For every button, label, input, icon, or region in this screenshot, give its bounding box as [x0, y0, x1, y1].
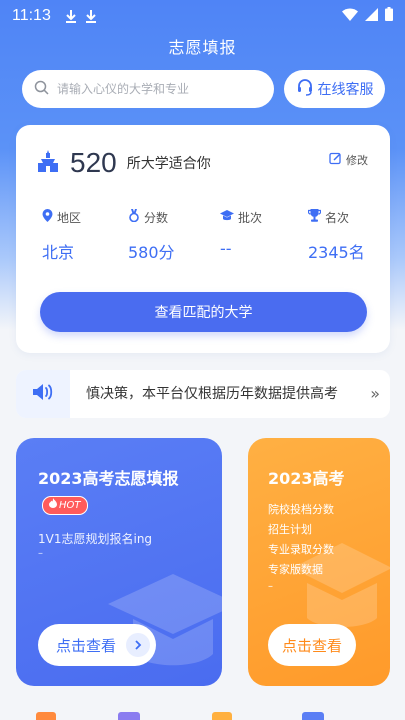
info-rank-label: 名次 — [325, 210, 350, 225]
edit-icon — [329, 152, 342, 168]
online-service-button[interactable]: 在线客服 — [284, 70, 385, 108]
notice-more-icon[interactable]: » — [370, 370, 380, 418]
promo-feature-item: 专家版数据 — [268, 563, 323, 576]
medal-icon — [128, 209, 140, 225]
cellular-signal-icon — [365, 7, 378, 25]
status-time: 11:13 — [12, 7, 51, 24]
edit-label: 修改 — [346, 154, 368, 167]
bottom-shortcut-icon — [36, 712, 56, 720]
match-count: 520 — [70, 147, 117, 178]
flame-icon — [49, 498, 57, 513]
promo-view-button[interactable]: 点击查看 — [38, 624, 156, 666]
notice-icon-box — [16, 370, 70, 418]
promo-view-label: 点击查看 — [56, 636, 117, 655]
page-title: 志愿填报 — [168, 38, 237, 57]
info-region[interactable]: 地区 北京 — [42, 209, 122, 263]
match-count-row: 520 所大学适合你 — [36, 147, 211, 179]
bottom-shortcut-icon — [212, 712, 232, 720]
match-card: 520 所大学适合你 修改 地区 北京 分数 580分 批次 -- 名次 234… — [16, 125, 390, 353]
info-region-value: 北京 — [42, 243, 75, 262]
chevron-right-icon — [126, 633, 150, 657]
notice-text: 慎决策，本平台仅根据历年数据提供高考 — [86, 386, 338, 402]
info-rank-value: 2345名 — [308, 243, 365, 262]
promo-title-text: 2023高考 — [268, 469, 345, 488]
bottom-shortcut-icon — [302, 712, 324, 720]
speaker-icon — [32, 383, 54, 405]
info-score-value: 580分 — [128, 243, 175, 262]
wifi-icon — [342, 7, 358, 25]
score-info-grid: 地区 北京 分数 580分 批次 -- 名次 2345名 — [36, 209, 376, 269]
promo-view-label: 点击查看 — [281, 636, 342, 655]
info-region-label: 地区 — [57, 210, 82, 225]
hot-badge: HOT — [42, 496, 88, 515]
graduation-cap-icon — [220, 209, 234, 225]
search-icon — [34, 80, 49, 99]
online-service-label: 在线客服 — [317, 82, 374, 98]
trophy-icon — [307, 209, 322, 225]
info-batch-label: 批次 — [238, 210, 263, 225]
promo-card-volunteer-filling[interactable]: 2023高考志愿填报 HOT 1V1志愿规划报名ing – 点击查看 — [16, 438, 222, 686]
bottom-shortcut-icon — [118, 712, 140, 720]
hot-badge-label: HOT — [59, 499, 81, 511]
promo-feature-list: 院校投档分数 招生计划 专业录取分数 专家版数据 – — [268, 500, 334, 594]
promo-view-button[interactable]: 点击查看 — [268, 624, 356, 666]
headset-icon — [296, 78, 314, 100]
promo-card-gaokao-data[interactable]: 2023高考 院校投档分数 招生计划 专业录取分数 专家版数据 – 点击查看 — [248, 438, 390, 686]
info-rank[interactable]: 名次 2345名 — [307, 209, 388, 263]
promo-feature-item: 专业录取分数 — [268, 543, 334, 556]
status-bar: 11:13 — [0, 0, 405, 32]
info-score[interactable]: 分数 580分 — [128, 209, 208, 263]
info-batch[interactable]: 批次 -- — [220, 209, 300, 258]
promo-dash: – — [268, 581, 273, 592]
view-matching-universities-button[interactable]: 查看匹配的大学 — [40, 292, 367, 332]
promo-subtitle: 1V1志愿规划报名ing — [38, 532, 153, 546]
download-icon — [85, 9, 97, 23]
notice-bar[interactable]: 慎决策，本平台仅根据历年数据提供高考 » — [16, 370, 390, 418]
search-box[interactable] — [22, 70, 274, 108]
promo-dash: – — [38, 548, 43, 559]
match-count-suffix: 所大学适合你 — [126, 156, 211, 172]
promo-title: 2023高考志愿填报 HOT — [38, 466, 208, 518]
promo-title-text: 2023高考志愿填报 — [38, 469, 179, 488]
university-building-icon — [36, 149, 60, 177]
battery-icon — [385, 7, 393, 25]
promo-feature-item: 院校投档分数 — [268, 503, 334, 516]
location-pin-icon — [42, 209, 53, 225]
download-icon — [65, 9, 77, 23]
info-batch-value: -- — [220, 239, 232, 258]
search-input[interactable] — [57, 82, 257, 96]
edit-button[interactable]: 修改 — [329, 152, 368, 168]
info-score-label: 分数 — [144, 210, 169, 225]
promo-feature-item: 招生计划 — [268, 523, 312, 536]
